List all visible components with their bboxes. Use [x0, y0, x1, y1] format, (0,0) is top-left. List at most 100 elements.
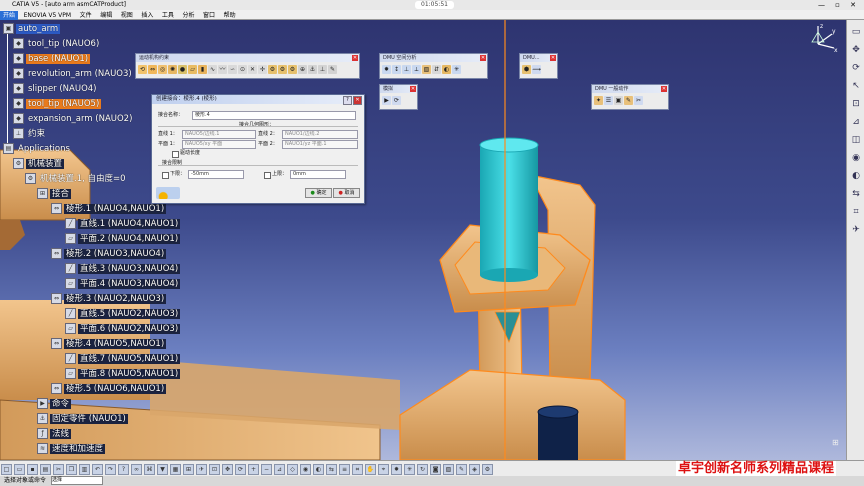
clash-icon[interactable]: ✸: [382, 65, 391, 74]
rigid-joint-icon[interactable]: ▮: [198, 65, 207, 74]
roll-curve-icon[interactable]: ∽: [228, 65, 237, 74]
selection-icon[interactable]: ⊞: [183, 464, 194, 475]
zoom-out-icon[interactable]: −: [261, 464, 272, 475]
cylindrical-joint-icon[interactable]: ◎: [158, 65, 167, 74]
tree-joint-child[interactable]: ╱ 直线.5 (NAUO2,NAUO3): [65, 308, 181, 320]
cut-icon[interactable]: ✂: [53, 464, 64, 475]
tree-joint-child[interactable]: ╱ 直线.1 (NAUO4,NAUO1): [65, 218, 181, 230]
upper-limit-input[interactable]: 0mm: [290, 170, 346, 179]
zoom-icon[interactable]: ▭: [850, 26, 862, 38]
slide-curve-icon[interactable]: 〰: [218, 65, 227, 74]
cable-joint-icon[interactable]: ⚙: [288, 65, 297, 74]
section-icon[interactable]: ▧: [422, 65, 431, 74]
hide-show-icon[interactable]: ◐: [313, 464, 324, 475]
planar-joint-icon[interactable]: ▱: [188, 65, 197, 74]
cancel-button[interactable]: ● 取消: [333, 188, 360, 198]
measure-icon[interactable]: ⌗: [352, 464, 363, 475]
menu-edit[interactable]: 编辑: [97, 11, 115, 20]
shading-icon[interactable]: ◉: [300, 464, 311, 475]
ok-button[interactable]: ● 确定: [305, 188, 332, 198]
distance-icon[interactable]: ↕: [392, 65, 401, 74]
line1-field[interactable]: NAUO5/边线.1: [182, 130, 256, 139]
explode-icon[interactable]: ✸: [391, 464, 402, 475]
tree-part-tool-tip-5[interactable]: ◆ tool_tip (NAUO5): [13, 98, 102, 110]
edit-simulation-icon[interactable]: ✂: [634, 96, 643, 105]
menu-tools[interactable]: 工具: [159, 11, 177, 20]
menu-insert[interactable]: 插入: [138, 11, 156, 20]
mechanism-dressup-icon[interactable]: ✎: [328, 65, 337, 74]
driven-length-checkbox[interactable]: [172, 151, 179, 158]
catalog-icon[interactable]: ▦: [170, 464, 181, 475]
cv-joint-icon[interactable]: ✢: [258, 65, 267, 74]
select-icon[interactable]: ↖: [850, 80, 862, 92]
point-curve-icon[interactable]: ∿: [208, 65, 217, 74]
rotate-icon[interactable]: ⟳: [235, 464, 246, 475]
compass-widget[interactable]: x y z: [806, 22, 840, 56]
tree-joint-prismatic-4[interactable]: ⇔ 棱形.4 (NAUO5,NAUO1): [51, 338, 167, 350]
tree-speed-acceleration[interactable]: ≋ 速度和加速度: [37, 443, 106, 455]
save-icon[interactable]: ▪: [27, 464, 38, 475]
simulation-icon[interactable]: ⟳: [392, 96, 401, 105]
section-icon[interactable]: ▧: [443, 464, 454, 475]
pan-icon[interactable]: ✥: [850, 44, 862, 56]
open-icon[interactable]: ▭: [14, 464, 25, 475]
tree-mechanism-1[interactable]: ⚙ 机械装置.1, 自由度=0: [25, 173, 128, 185]
fly-mode-icon[interactable]: ✈: [850, 224, 862, 236]
assembly-constraint-icon[interactable]: ⊥: [318, 65, 327, 74]
tree-joint-child[interactable]: ▱ 平面.8 (NAUO5,NAUO1): [65, 368, 181, 380]
menu-start[interactable]: 开始: [0, 11, 19, 20]
command-input[interactable]: 选择: [50, 476, 103, 485]
menu-file[interactable]: 文件: [77, 11, 95, 20]
update-icon[interactable]: ↻: [417, 464, 428, 475]
close-icon[interactable]: ✕: [353, 96, 362, 105]
options-icon[interactable]: ⚙: [482, 464, 493, 475]
tree-joint-prismatic-2[interactable]: ⇔ 棱形.2 (NAUO3,NAUO4): [51, 248, 167, 260]
fly-icon[interactable]: ✈: [196, 464, 207, 475]
close-icon[interactable]: ✕: [550, 55, 556, 61]
plane2-field[interactable]: NAUO1/yz 平面.1: [282, 140, 358, 149]
clash-detection-icon[interactable]: ✳: [452, 65, 461, 74]
close-icon[interactable]: ✕: [661, 86, 667, 92]
tree-joint-child[interactable]: ▱ 平面.4 (NAUO3,NAUO4): [65, 278, 181, 290]
screw-joint-icon[interactable]: ✺: [168, 65, 177, 74]
print-icon[interactable]: ▤: [40, 464, 51, 475]
tree-joint-child[interactable]: ╱ 直线.7 (NAUO5,NAUO1): [65, 353, 181, 365]
swap-space-icon[interactable]: ⇆: [850, 188, 862, 200]
tree-part-revolution-arm[interactable]: ◆ revolution_arm (NAUO3): [13, 68, 134, 80]
filter-icon[interactable]: ▼: [157, 464, 168, 475]
analysis-icon[interactable]: ◈: [469, 464, 480, 475]
menu-analysis[interactable]: 分析: [179, 11, 197, 20]
undo-icon[interactable]: ↶: [92, 464, 103, 475]
prismatic-joint-icon[interactable]: ⇔: [148, 65, 157, 74]
tree-joint-child[interactable]: ╱ 直线.3 (NAUO3,NAUO4): [65, 263, 181, 275]
spherical-joint-icon[interactable]: ●: [178, 65, 187, 74]
close-icon[interactable]: ✕: [480, 55, 486, 61]
joint-name-input[interactable]: 棱形.4: [192, 111, 356, 120]
tree-joint-child[interactable]: ▱ 平面.6 (NAUO2,NAUO3): [65, 323, 181, 335]
new-icon[interactable]: □: [1, 464, 12, 475]
tree-part-expansion-arm[interactable]: ◆ expansion_arm (NAUO2): [13, 113, 134, 125]
graph-icon[interactable]: ⌘: [144, 464, 155, 475]
pan-icon[interactable]: ✥: [222, 464, 233, 475]
measure-between-icon[interactable]: ⊥: [402, 65, 411, 74]
fit-all-icon[interactable]: ⊡: [209, 464, 220, 475]
sequence-icon[interactable]: ☰: [604, 96, 613, 105]
multi-view-icon[interactable]: ◫: [850, 134, 862, 146]
normal-view-icon[interactable]: ⊿: [850, 116, 862, 128]
upper-limit-checkbox[interactable]: [264, 172, 271, 179]
player-icon[interactable]: ▣: [614, 96, 623, 105]
tree-mechanisms[interactable]: ⚙ 机械装置: [13, 158, 65, 170]
copy-icon[interactable]: ❐: [66, 464, 77, 475]
universal-joint-icon[interactable]: ✕: [248, 65, 257, 74]
snap-icon[interactable]: ⌖: [378, 464, 389, 475]
lower-limit-input[interactable]: -50mm: [188, 170, 244, 179]
whats-this-icon[interactable]: ?: [118, 464, 129, 475]
rack-joint-icon[interactable]: ⚙: [278, 65, 287, 74]
link-icon[interactable]: ∞: [131, 464, 142, 475]
clash-icon[interactable]: ✳: [404, 464, 415, 475]
annotation-icon[interactable]: ✎: [456, 464, 467, 475]
measure-icon[interactable]: ⌗: [850, 206, 862, 218]
band-analysis-icon[interactable]: ◐: [442, 65, 451, 74]
measure-item-icon[interactable]: ⟂: [412, 65, 421, 74]
render-style-icon[interactable]: ◉: [850, 152, 862, 164]
